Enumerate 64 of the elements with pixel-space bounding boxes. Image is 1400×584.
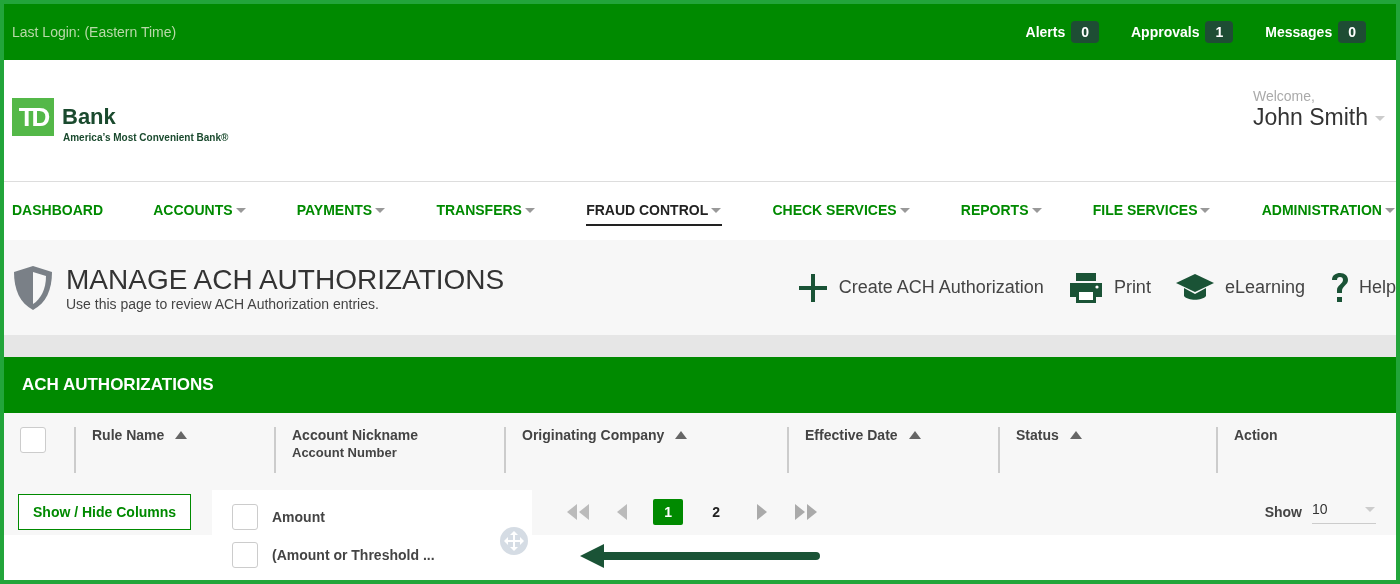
panel-title: ACH AUTHORIZATIONS — [22, 375, 214, 395]
page-size-select[interactable]: 10 — [1312, 499, 1376, 524]
column-header[interactable]: Rule Name — [92, 427, 165, 443]
logo-mark: TD — [12, 98, 54, 136]
logo-tagline: America’s Most Convenient Bank® — [63, 132, 230, 143]
column-option-label[interactable]: (Amount or Threshold ... — [272, 547, 435, 563]
nav-tab[interactable]: FILE SERVICES — [1092, 196, 1212, 226]
column-subheader: Account Number — [292, 445, 398, 460]
select-all-checkbox[interactable] — [20, 427, 46, 453]
shield-icon — [12, 263, 54, 312]
sort-icon[interactable] — [174, 430, 189, 440]
caret-icon — [234, 206, 247, 214]
last-login-text: Last Login: (Eastern Time) — [12, 24, 178, 40]
sort-icon[interactable] — [1068, 430, 1083, 440]
count-badge[interactable]: 1 — [1205, 21, 1234, 43]
nav-tab[interactable]: CHECK SERVICES — [772, 196, 911, 226]
page-size-label: Show — [1264, 503, 1302, 520]
toolbar-action[interactable]: Create ACH Authorization — [796, 271, 1044, 304]
first-page-icon[interactable] — [565, 501, 592, 522]
toolbar-action[interactable]: eLearning — [1174, 271, 1305, 304]
column-header[interactable]: Originating Company — [522, 427, 665, 443]
nav-tab[interactable]: REPORTS — [960, 196, 1043, 226]
nav-tab[interactable]: DASHBOARD — [12, 196, 103, 226]
column-option-label[interactable]: Amount — [272, 509, 325, 525]
column-header[interactable]: Status — [1016, 427, 1059, 443]
toolbar-action[interactable]: Print — [1067, 271, 1151, 304]
page-subtitle: Use this page to review ACH Authorization entries. — [66, 295, 380, 312]
nav-tab[interactable]: ACCOUNTS — [153, 196, 247, 226]
counter-label[interactable]: Approvals — [1131, 24, 1200, 40]
count-badge[interactable]: 0 — [1338, 21, 1366, 43]
column-header[interactable]: Effective Date — [805, 427, 898, 443]
column-checkbox[interactable] — [232, 504, 258, 530]
caret-icon — [1030, 206, 1043, 214]
logo-name: Bank — [62, 104, 116, 130]
counter-label[interactable]: Messages — [1265, 24, 1333, 40]
caret-icon — [710, 206, 723, 214]
count-badge[interactable]: 0 — [1071, 21, 1099, 43]
caret-icon — [898, 206, 911, 214]
caret-icon — [1199, 206, 1212, 214]
column-header[interactable]: Action — [1234, 427, 1278, 443]
caret-icon — [523, 206, 536, 214]
column-checkbox[interactable] — [232, 542, 258, 568]
nav-tab[interactable]: FRAUD CONTROL — [586, 196, 723, 226]
page-number[interactable]: 2 — [701, 498, 732, 525]
sort-icon[interactable] — [674, 430, 689, 440]
toolbar-action[interactable]: Help — [1328, 271, 1396, 304]
page-number[interactable]: 1 — [653, 498, 684, 525]
caret-icon — [374, 206, 387, 214]
sort-icon[interactable] — [907, 430, 922, 440]
caret-icon — [1374, 113, 1386, 122]
move-handle-icon[interactable] — [499, 526, 529, 556]
page-title: MANAGE ACH AUTHORIZATIONS — [66, 263, 506, 296]
caret-icon — [1383, 206, 1396, 214]
printer-icon — [1067, 271, 1104, 304]
column-header[interactable]: Account Nickname — [292, 427, 419, 443]
nav-tab[interactable]: PAYMENTS — [296, 196, 387, 226]
welcome-text: Welcome, — [1252, 88, 1316, 104]
nav-tab[interactable]: ADMINISTRATION — [1261, 196, 1396, 226]
plus-icon — [796, 271, 829, 304]
caret-icon — [1364, 505, 1376, 513]
user-menu[interactable]: John Smith — [1252, 104, 1386, 131]
show-hide-columns-button[interactable]: Show / Hide Columns — [18, 493, 192, 530]
nav-tab[interactable]: TRANSFERS — [436, 196, 536, 226]
counter-label[interactable]: Alerts — [1025, 24, 1066, 40]
